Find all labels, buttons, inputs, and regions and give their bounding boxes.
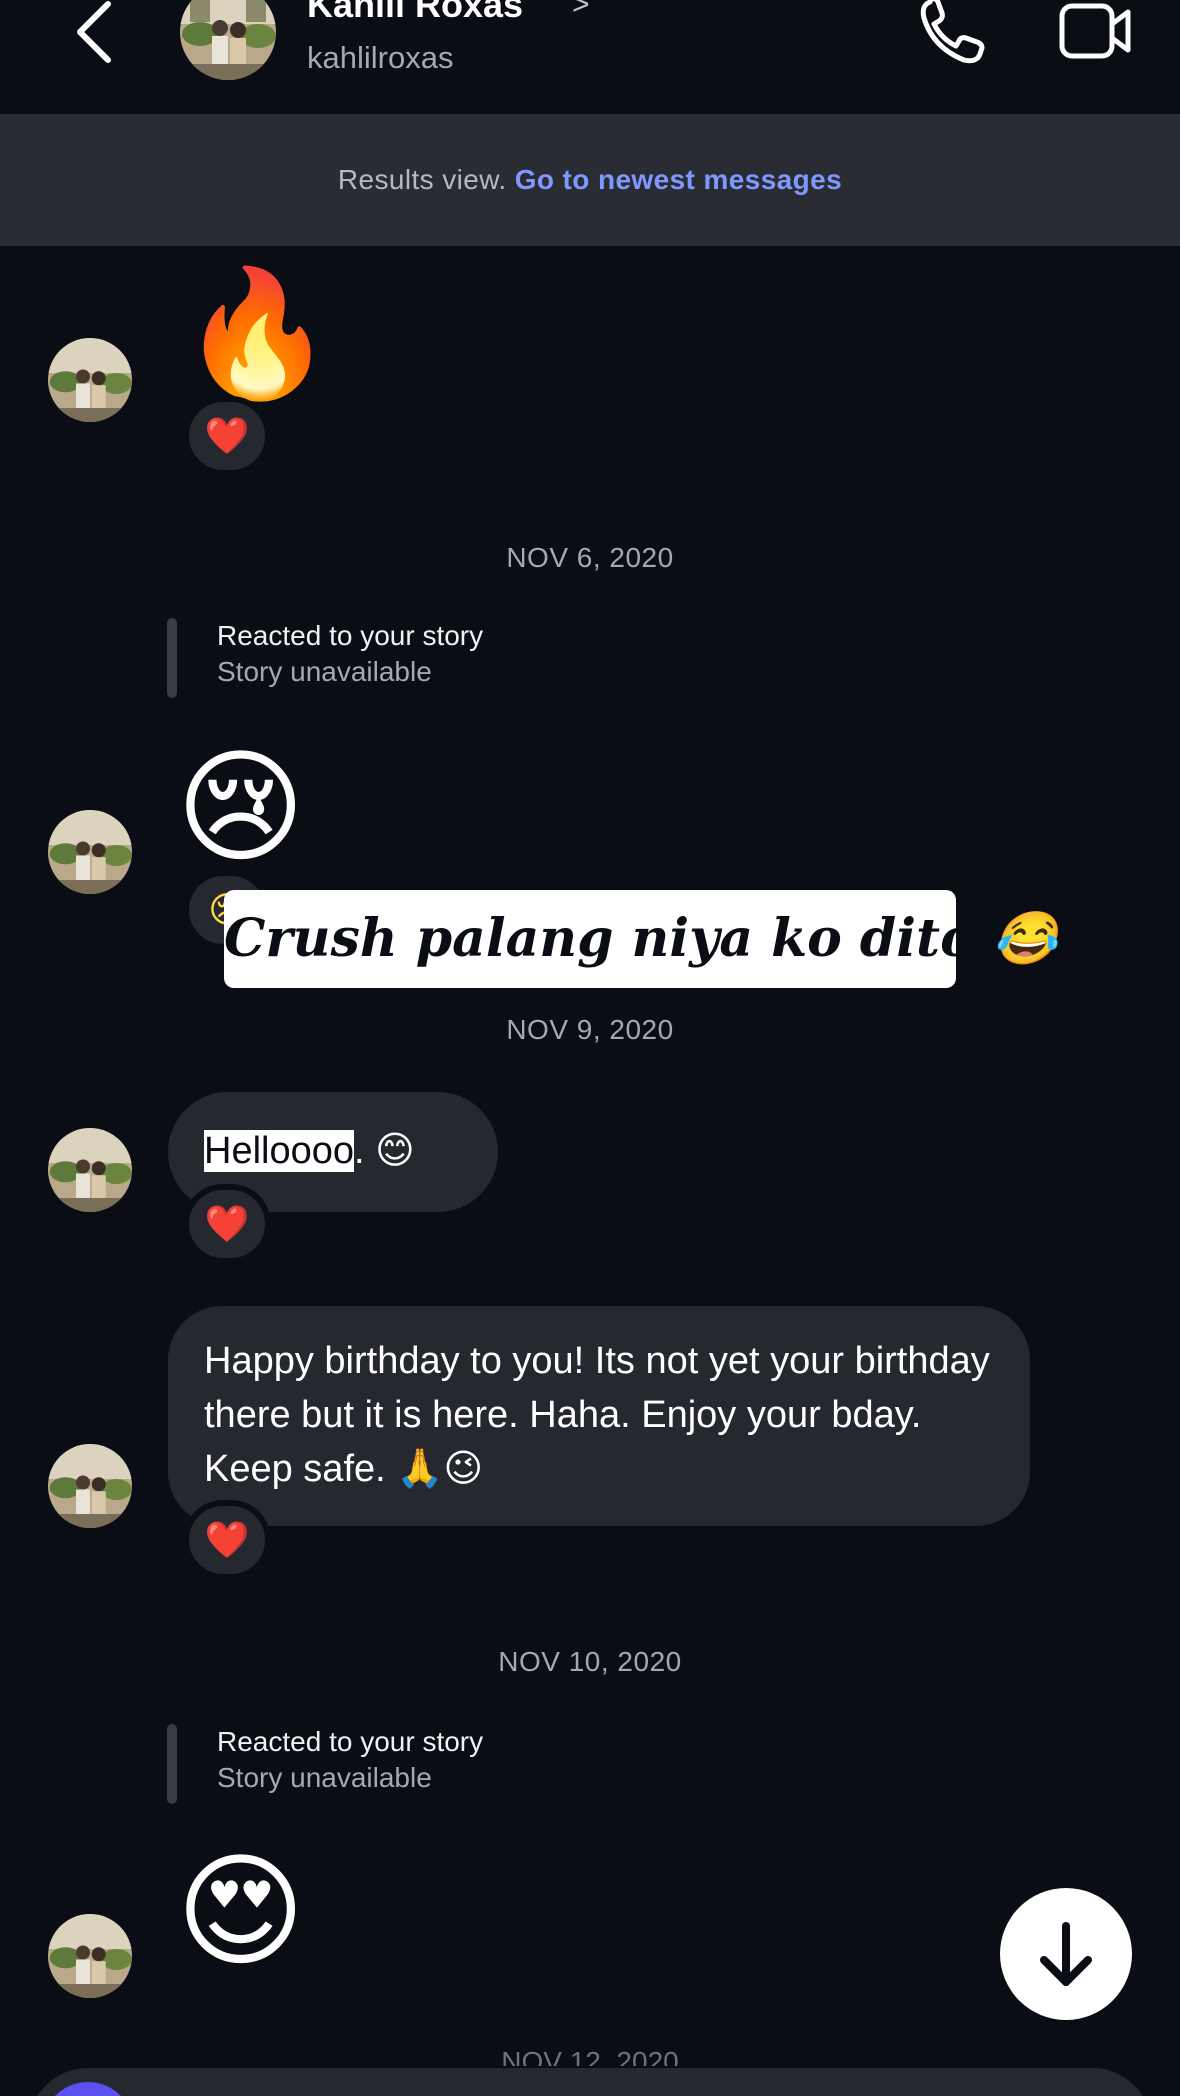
phone-icon [920,0,985,64]
story-reply-subtitle: Story unavailable [217,1762,432,1793]
emoji-message[interactable]: 🔥 [180,272,334,396]
sender-avatar[interactable] [48,810,132,894]
results-view-label: Results view. [337,164,507,195]
video-camera-icon [1059,3,1131,59]
sender-avatar[interactable] [48,338,132,422]
emoji-message[interactable]: 😢 [176,746,305,870]
contact-avatar[interactable] [180,0,276,80]
message-composer[interactable] [28,2068,1152,2096]
date-separator: NOV 6, 2020 [506,542,674,573]
story-reply-subtitle: Story unavailable [217,656,432,687]
chevron-right-icon[interactable]: > [572,0,590,22]
camera-button[interactable] [42,2082,134,2096]
caption-overlay: Crush palang niya ko dito 😂 [224,890,1058,988]
heart-reaction[interactable]: ❤️ [183,1184,271,1264]
back-button[interactable] [70,0,120,64]
heart-reaction[interactable]: ❤️ [183,396,271,476]
date-separator-partial: NOV 12, 2020 [501,2046,679,2066]
message-bubble[interactable]: Happy birthday to you! Its not yet your … [168,1306,1030,1526]
story-reply-bar [167,618,177,698]
scroll-to-bottom-button[interactable] [1000,1888,1132,2020]
sender-avatar[interactable] [48,1914,132,1998]
chat-header: Kahlil Roxas > kahlilroxas [0,0,1180,114]
sender-avatar[interactable] [48,1128,132,1212]
emoji-message[interactable]: 😍 [176,1850,305,1974]
message-text: . 😊 [354,1130,415,1172]
story-reply-title: Reacted to your story [217,620,484,651]
back-arrow-icon [77,1,111,63]
heart-reaction[interactable]: ❤️ [183,1500,271,1580]
date-separator: NOV 10, 2020 [498,1646,682,1677]
call-button[interactable] [916,0,988,68]
highlighted-search-match: Helloooo [204,1130,354,1172]
sender-avatar[interactable] [48,1444,132,1528]
go-to-newest-link[interactable]: Go to newest messages [515,164,842,195]
video-call-button[interactable] [1058,0,1134,64]
story-reply-title: Reacted to your story [217,1726,484,1757]
results-view-banner: Results view. Go to newest messages [0,114,1180,246]
contact-username[interactable]: kahlilroxas [307,40,453,76]
arrow-down-icon [1040,1922,1092,1986]
story-reply-bar [167,1724,177,1804]
chat-screen: Kahlil Roxas > kahlilroxas Results view.… [0,0,1180,2096]
contact-name[interactable]: Kahlil Roxas [307,0,523,26]
date-separator: NOV 9, 2020 [506,1014,674,1045]
